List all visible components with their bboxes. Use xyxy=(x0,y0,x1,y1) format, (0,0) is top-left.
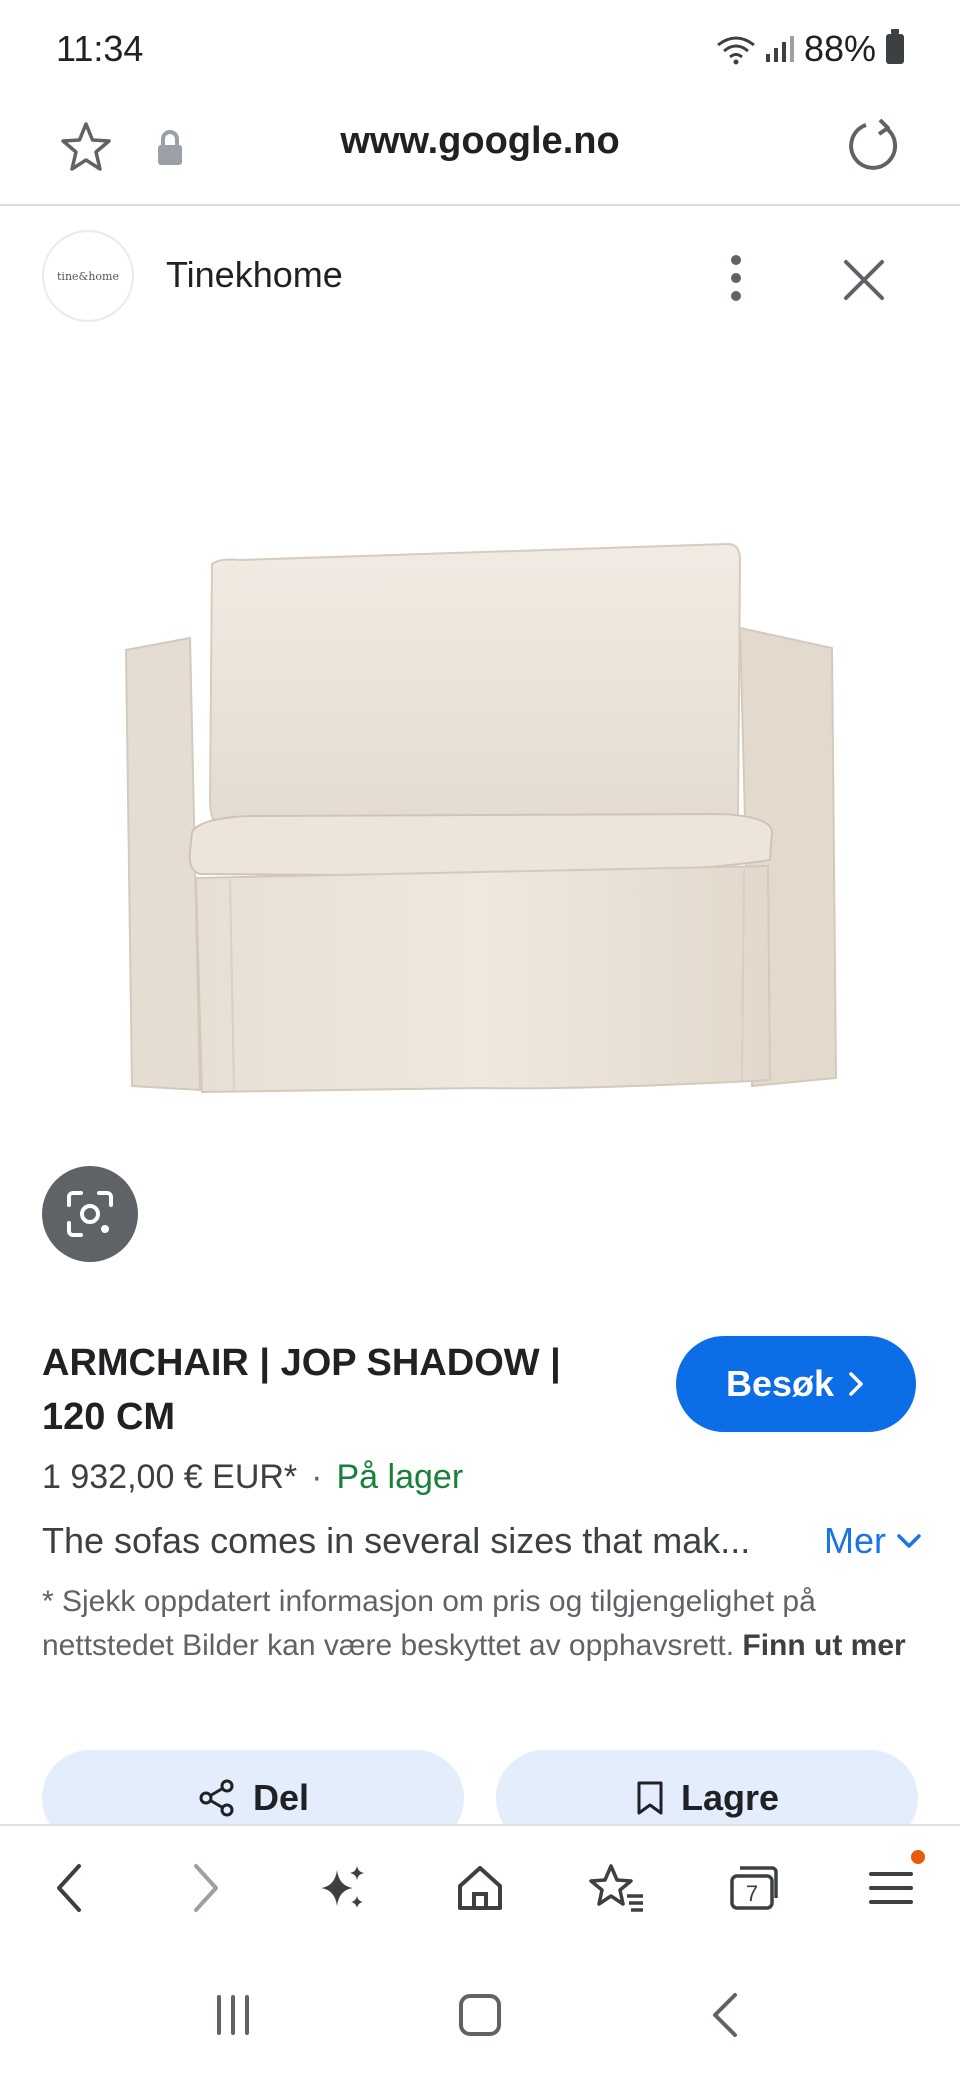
visit-button-label: Besøk xyxy=(725,1363,835,1404)
source-logo-text: tine&home xyxy=(57,269,119,283)
description-text: The sofas comes in several sizes that ma… xyxy=(42,1520,751,1561)
status-time: 11:34 xyxy=(56,28,144,69)
disclaimer-text: * Sjekk oppdatert informasjon om pris og… xyxy=(42,1585,816,1662)
learn-more-link[interactable]: Finn ut mer xyxy=(742,1629,905,1662)
system-nav-bar xyxy=(0,1950,960,2080)
bookmark-icon xyxy=(637,1781,663,1815)
more-button[interactable]: Mer xyxy=(824,1520,922,1562)
tabs-button[interactable]: 7 xyxy=(724,1858,784,1918)
more-button-label: Mer xyxy=(824,1520,886,1561)
menu-icon xyxy=(869,1872,914,1904)
home-nav-icon[interactable] xyxy=(456,1991,504,2039)
ai-assistant-button[interactable] xyxy=(313,1858,373,1918)
description-line: The sofas comes in several sizes that ma… xyxy=(42,1520,922,1562)
connectivity-icons xyxy=(716,33,794,65)
tab-count: 7 xyxy=(746,1881,758,1906)
share-button-label: Del xyxy=(252,1777,310,1818)
source-avatar[interactable]: tine&home xyxy=(42,230,134,322)
url-bar: www.google.no xyxy=(0,100,960,206)
close-icon[interactable] xyxy=(836,252,892,308)
ai-sparkle-icon xyxy=(320,1866,364,1908)
home-button[interactable] xyxy=(450,1858,510,1918)
product-title: ARMCHAIR | JOP SHADOW | 120 CM xyxy=(42,1342,561,1438)
chevron-right-icon xyxy=(849,1372,863,1396)
stock-status: På lager xyxy=(336,1458,464,1496)
notification-dot xyxy=(911,1850,926,1864)
source-name[interactable]: Tinekhome xyxy=(166,254,343,296)
lens-search-button[interactable] xyxy=(42,1166,138,1262)
forward-icon xyxy=(193,1864,218,1912)
wifi-icon xyxy=(717,36,755,65)
bookmarks-button[interactable] xyxy=(587,1858,647,1918)
status-bar: 11:34 88% xyxy=(0,0,960,100)
visit-button[interactable]: Besøk xyxy=(676,1336,916,1432)
product-image[interactable] xyxy=(80,500,880,1120)
share-icon xyxy=(199,1779,234,1817)
price-line: 1 932,00 € EUR* · På lager xyxy=(42,1458,463,1497)
reload-icon[interactable] xyxy=(844,116,904,176)
url-text[interactable]: www.google.no xyxy=(0,120,960,163)
status-indicators: 88% xyxy=(716,28,904,70)
price: 1 932,00 € EUR* xyxy=(42,1458,298,1496)
back-nav-icon[interactable] xyxy=(703,1991,751,2039)
tabs-icon: 7 xyxy=(730,1866,779,1910)
browser-toolbar: 7 xyxy=(0,1824,960,1950)
disclaimer: * Sjekk oppdatert informasjon om pris og… xyxy=(42,1580,922,1668)
bookmarks-icon xyxy=(589,1864,644,1912)
separator-dot: · xyxy=(311,1458,323,1496)
signal-icon xyxy=(765,36,794,62)
back-button[interactable] xyxy=(39,1858,99,1918)
save-button-label: Lagre xyxy=(680,1777,780,1818)
back-icon xyxy=(56,1864,81,1912)
chevron-down-icon xyxy=(897,1534,921,1548)
home-icon xyxy=(457,1866,502,1910)
menu-button[interactable] xyxy=(861,1850,926,1918)
more-vert-icon[interactable] xyxy=(716,248,756,308)
recent-apps-icon[interactable] xyxy=(209,1991,257,2039)
forward-button[interactable] xyxy=(176,1858,236,1918)
source-header: tine&home Tinekhome xyxy=(0,208,960,348)
battery-icon xyxy=(886,29,904,64)
battery-percent: 88% xyxy=(803,28,876,69)
lens-icon xyxy=(67,1191,113,1237)
